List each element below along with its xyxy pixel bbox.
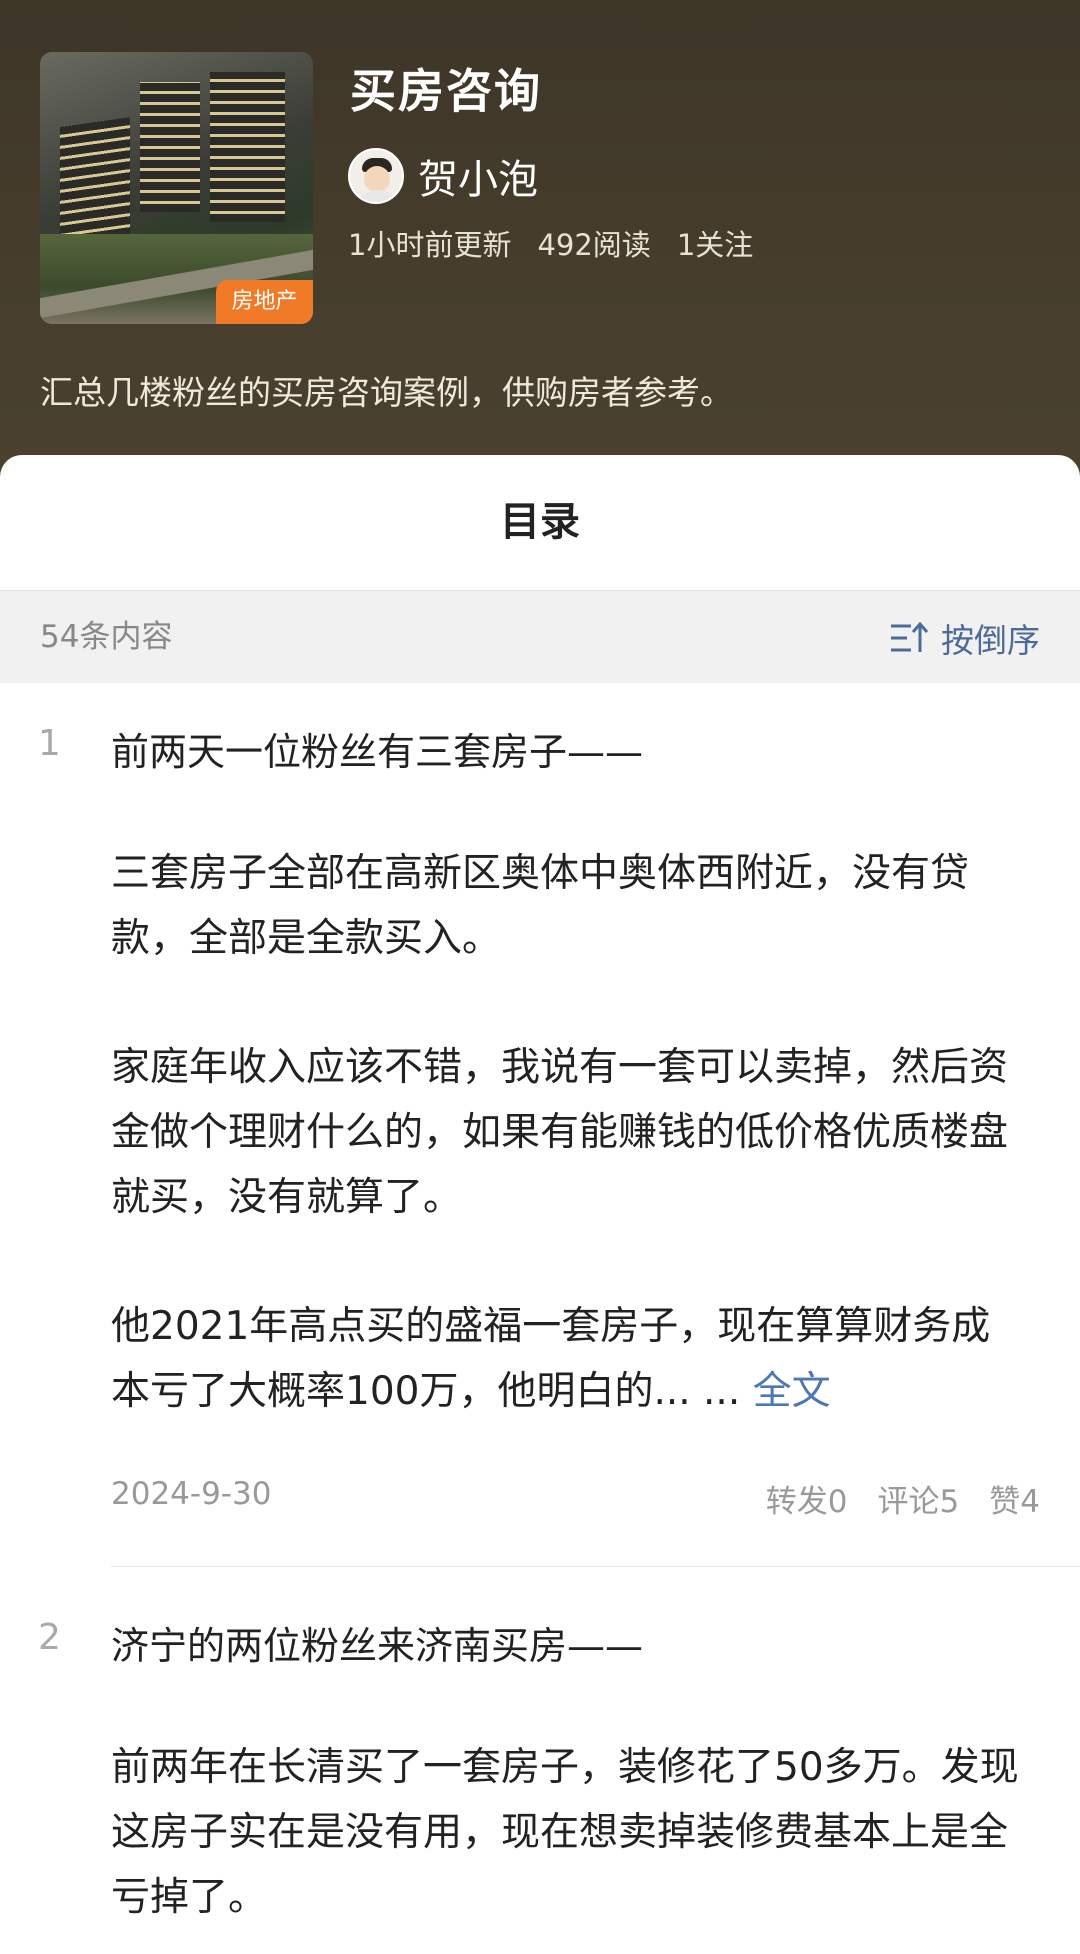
item-paragraph: 前两年在长清买了一套房子，装修花了50多万。发现这房子实在是没有用，现在想卖掉装… xyxy=(111,1745,1019,1920)
item-paragraph: 三套房子全部在高新区奥体中奥体西附近，没有贷款，全部是全款买入。 xyxy=(111,851,970,961)
item-paragraph: 家庭年收入应该不错，我说有一套可以卖掉，然后资金做个理财什么的，如果有能赚钱的低… xyxy=(111,1045,1009,1220)
item-divider xyxy=(111,1566,1080,1567)
item-actions: 转发0 评论5 赞4 xyxy=(766,1476,1040,1521)
album-stats: 1小时前更新 492阅读 1关注 xyxy=(348,222,753,264)
album-description: 汇总几楼粉丝的买房咨询案例，供购房者参考。 xyxy=(40,373,733,412)
author-name[interactable]: 贺小泡 xyxy=(418,147,538,205)
updated-time: 1小时前更新 xyxy=(348,228,512,262)
item-paragraph-truncated: 他2021年高点买的盛福一套房子，现在算算财务成本亏了大概率100万，他明白的.… xyxy=(111,1294,1026,1424)
category-badge: 房地产 xyxy=(216,280,313,324)
like-count[interactable]: 赞4 xyxy=(989,1476,1040,1521)
sort-label[interactable]: 按倒序 xyxy=(941,614,1040,662)
item-paragraph-text: 他2021年高点买的盛福一套房子，现在算算财务成本亏了大概率100万，他明白的.… xyxy=(111,1304,991,1414)
author-row[interactable]: 贺小泡 xyxy=(348,148,538,204)
catalog-sheet: 目录 54条内容 按倒序 1 前两天一位粉丝有三套房子—— 三套房子全部在高新区… xyxy=(0,455,1080,1954)
avatar[interactable] xyxy=(348,148,404,204)
full-text-link[interactable]: 全文 xyxy=(753,1369,831,1414)
item-title[interactable]: 前两天一位粉丝有三套房子—— xyxy=(111,721,643,776)
sort-reverse-button[interactable]: 按倒序 xyxy=(889,591,1040,684)
album-header: 房地产 买房咨询 贺小泡 1小时前更新 492阅读 1关注 汇总几楼粉丝的买房咨… xyxy=(0,0,1080,490)
sort-order-icon xyxy=(891,621,929,652)
read-count: 492阅读 xyxy=(537,228,651,262)
catalog-title: 目录 xyxy=(500,499,580,545)
item-title[interactable]: 济宁的两位粉丝来济南买房—— xyxy=(111,1615,643,1670)
item-date: 2024-9-30 xyxy=(111,1476,272,1512)
album-cover-image[interactable]: 房地产 xyxy=(40,52,313,324)
comment-count[interactable]: 评论5 xyxy=(878,1476,960,1521)
repost-count[interactable]: 转发0 xyxy=(766,1476,848,1521)
catalog-toolbar: 54条内容 按倒序 xyxy=(0,590,1080,683)
album-title: 买房咨询 xyxy=(350,64,542,118)
item-index: 2 xyxy=(38,1617,61,1658)
follow-count: 1关注 xyxy=(676,228,754,262)
cover-building xyxy=(210,72,285,222)
cover-building xyxy=(140,82,200,212)
item-index: 1 xyxy=(38,723,61,764)
content-count: 54条内容 xyxy=(40,619,173,655)
